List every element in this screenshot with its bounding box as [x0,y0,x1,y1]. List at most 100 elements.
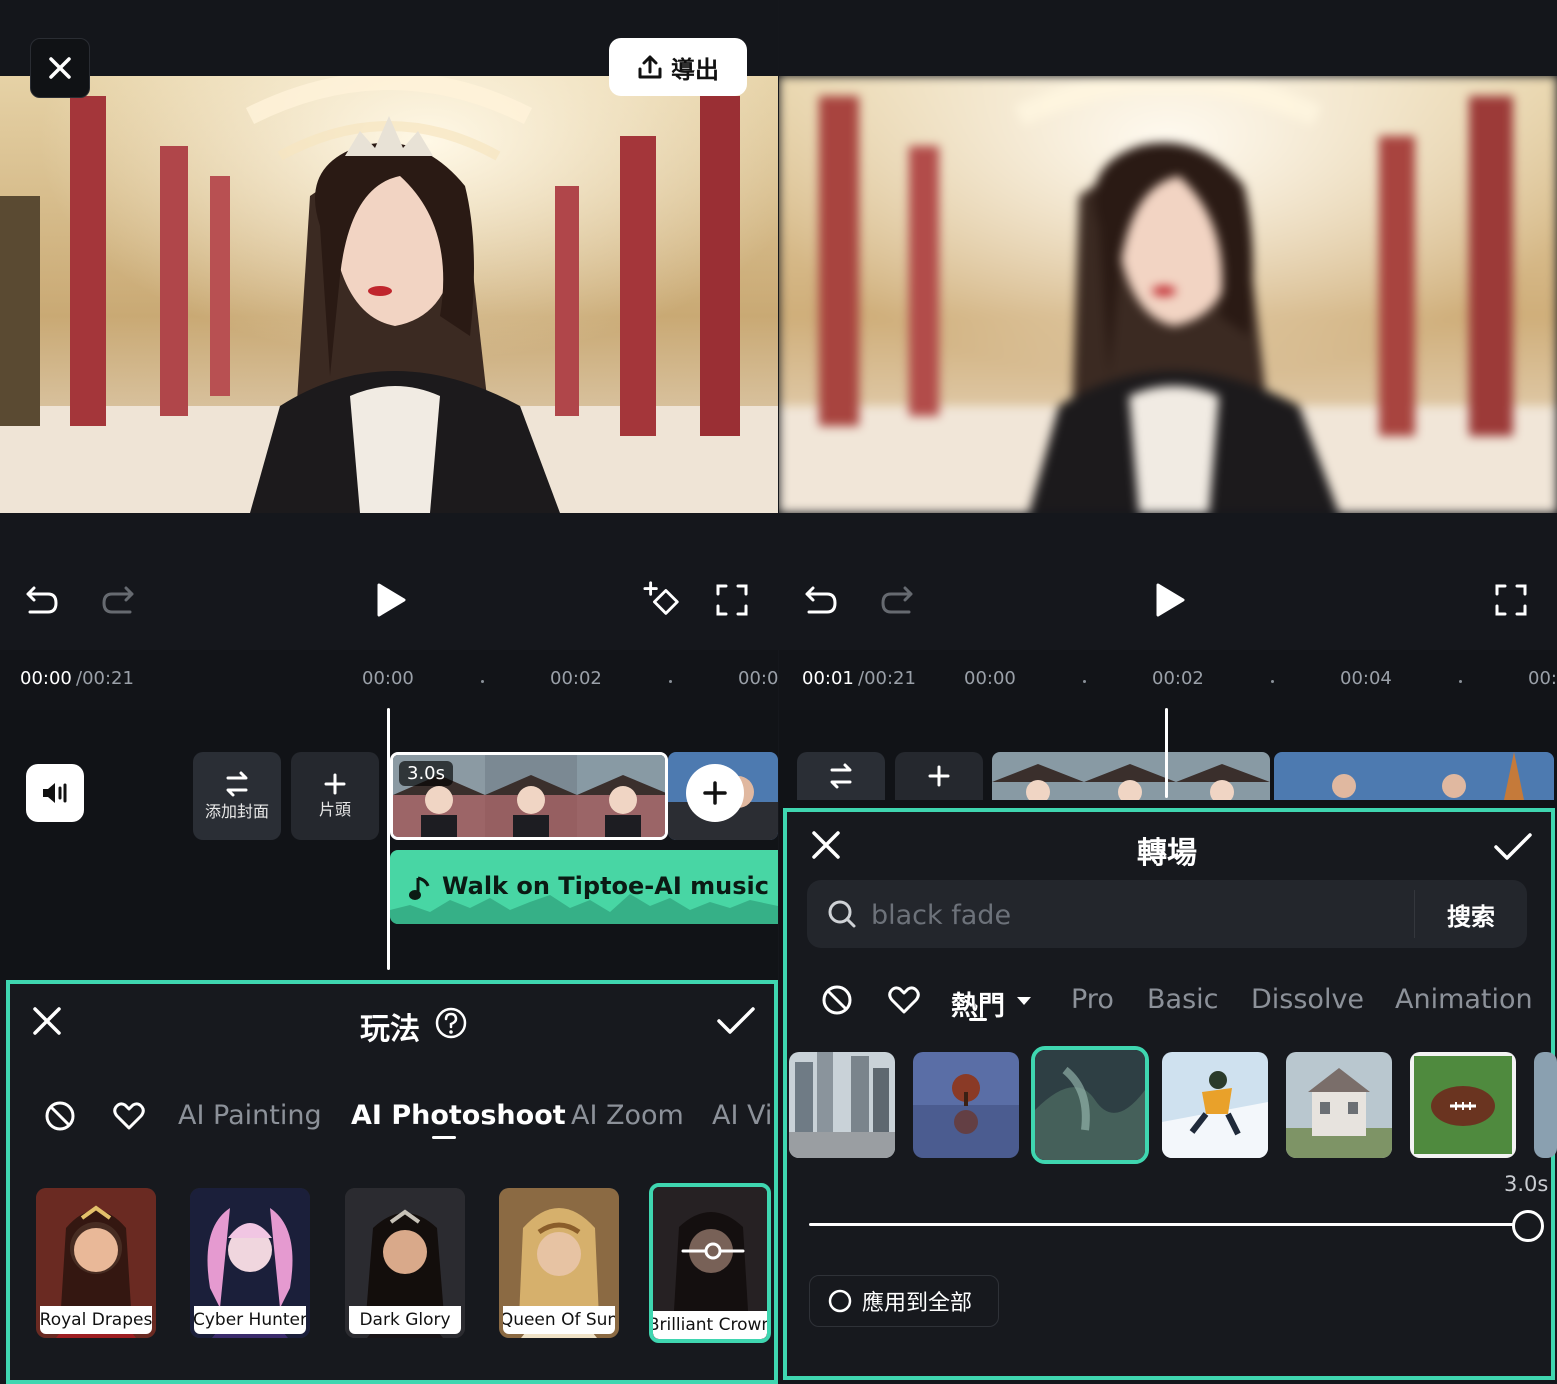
redo-icon [102,586,134,614]
tab-basic[interactable]: Basic [1147,984,1218,1015]
export-label: 導出 [671,55,719,84]
play-icon [377,583,406,617]
favorites-button[interactable] [887,984,921,1020]
play-button[interactable] [1149,580,1189,620]
timeline-ruler[interactable]: 00:01 /00:21 00:00 00:02 00:04 00: [779,650,1557,710]
right-editor-pane: 00:01 /00:21 00:00 00:02 00:04 00: 轉場 搜索 [779,0,1557,1384]
top-bar [779,0,1557,76]
clip-duration-badge: 3.0s [399,761,454,786]
playhead[interactable] [1165,708,1168,798]
none-icon [45,1101,75,1131]
favorites-button[interactable] [112,1100,146,1136]
tick-dot [1083,680,1086,683]
active-tab-indicator [432,1136,456,1139]
swap-icon [830,763,852,789]
dropdown-icon[interactable] [1015,995,1033,1007]
apply-to-all-toggle[interactable]: 應用到全部 [809,1275,999,1327]
effect-brilliant-crown-selected[interactable]: Brilliant Crown [649,1183,771,1343]
tab-ai-photoshoot[interactable]: AI Photoshoot [351,1100,566,1131]
playback-controls [0,560,778,644]
effect-label: Royal Drapes [40,1306,152,1334]
tab-pro[interactable]: Pro [1071,984,1114,1015]
redo-button[interactable] [98,580,138,620]
close-icon [812,831,840,859]
fullscreen-button[interactable] [1491,580,1531,620]
duration-value: 3.0s [1504,1172,1549,1196]
preview-image [0,76,778,513]
add-cover-button[interactable]: 添加封面 [193,752,281,840]
effect-label: Brilliant Crown [653,1311,767,1339]
help-button[interactable] [434,1006,468,1044]
tick-label: 00: [1528,668,1557,689]
video-preview[interactable] [0,76,778,513]
music-note-icon [409,876,430,900]
undo-button[interactable] [801,580,841,620]
total-time: /00:21 [76,668,134,689]
panel-close-button[interactable] [32,1006,62,1040]
duration-slider-handle[interactable] [1512,1210,1544,1242]
tab-ai-video[interactable]: AI Vi [712,1100,772,1131]
transition-partial[interactable] [1534,1052,1557,1158]
tab-animation[interactable]: Animation [1395,984,1533,1015]
transition-city[interactable] [789,1052,895,1158]
add-clip-button[interactable] [686,764,744,822]
close-icon [33,1007,61,1035]
effect-dark-glory[interactable]: Dark Glory [345,1188,465,1338]
none-effect-button[interactable] [44,1100,76,1136]
search-input[interactable] [869,880,1393,950]
intro-label: 片頭 [318,800,351,819]
video-clip[interactable] [992,752,1270,800]
transition-football[interactable] [1410,1052,1516,1158]
tab-ai-zoom[interactable]: AI Zoom [571,1100,684,1131]
play-button[interactable] [370,580,410,620]
adjust-icon[interactable] [681,1241,745,1261]
check-icon [1494,833,1532,860]
close-icon [49,57,71,79]
music-track[interactable]: Walk on Tiptoe-AI music [390,850,778,924]
help-icon [435,1007,467,1039]
clip-thumbnails [992,752,1270,800]
keyframe-button[interactable] [643,580,683,620]
tick-label: 00:00 [964,668,1016,689]
transition-house[interactable] [1286,1052,1392,1158]
video-preview[interactable] [779,76,1557,513]
total-time: /00:21 [858,668,916,689]
swap-icon [226,771,248,797]
add-intro-button[interactable]: 片頭 [291,752,379,840]
video-clip-selected[interactable]: 3.0s [390,752,668,840]
panel-close-button[interactable] [811,830,841,864]
effect-label: Queen Of Sun [503,1306,615,1334]
transition-thumbnail [913,1052,1019,1158]
transition-thumbnail [1410,1052,1516,1158]
transition-thumbnail [789,1052,895,1158]
none-transition-button[interactable] [821,984,853,1020]
video-clip[interactable] [1274,752,1554,800]
undo-icon [26,586,58,614]
search-button[interactable]: 搜索 [1414,890,1527,938]
transition-skier[interactable] [1162,1052,1268,1158]
mute-audio-button[interactable] [26,764,84,822]
export-button[interactable]: 導出 [609,38,747,96]
effect-royal-drapes[interactable]: Royal Drapes [36,1188,156,1338]
fullscreen-icon [1495,584,1527,616]
tick-label: 00:02 [550,668,602,689]
transition-selected[interactable] [1031,1046,1149,1164]
undo-button[interactable] [22,580,62,620]
timeline-ruler[interactable]: 00:00 /00:21 00:00 00:02 00:0 [0,650,778,710]
transition-tree[interactable] [913,1052,1019,1158]
duration-slider-track[interactable] [809,1223,1527,1226]
fullscreen-button[interactable] [712,580,752,620]
tab-dissolve[interactable]: Dissolve [1251,984,1364,1015]
redo-button[interactable] [877,580,917,620]
effect-cyber-hunter[interactable]: Cyber Hunter [190,1188,310,1338]
effect-queen-of-sun[interactable]: Queen Of Sun [499,1188,619,1338]
tick-label: 00:00 [362,668,414,689]
playhead[interactable] [387,708,390,970]
add-intro-button[interactable] [895,752,983,800]
confirm-button[interactable] [716,1006,756,1040]
confirm-button[interactable] [1493,832,1533,866]
cover-tile[interactable] [797,752,885,800]
fullscreen-icon [716,584,748,616]
tab-ai-painting[interactable]: AI Painting [178,1100,322,1131]
close-button[interactable] [30,38,90,98]
